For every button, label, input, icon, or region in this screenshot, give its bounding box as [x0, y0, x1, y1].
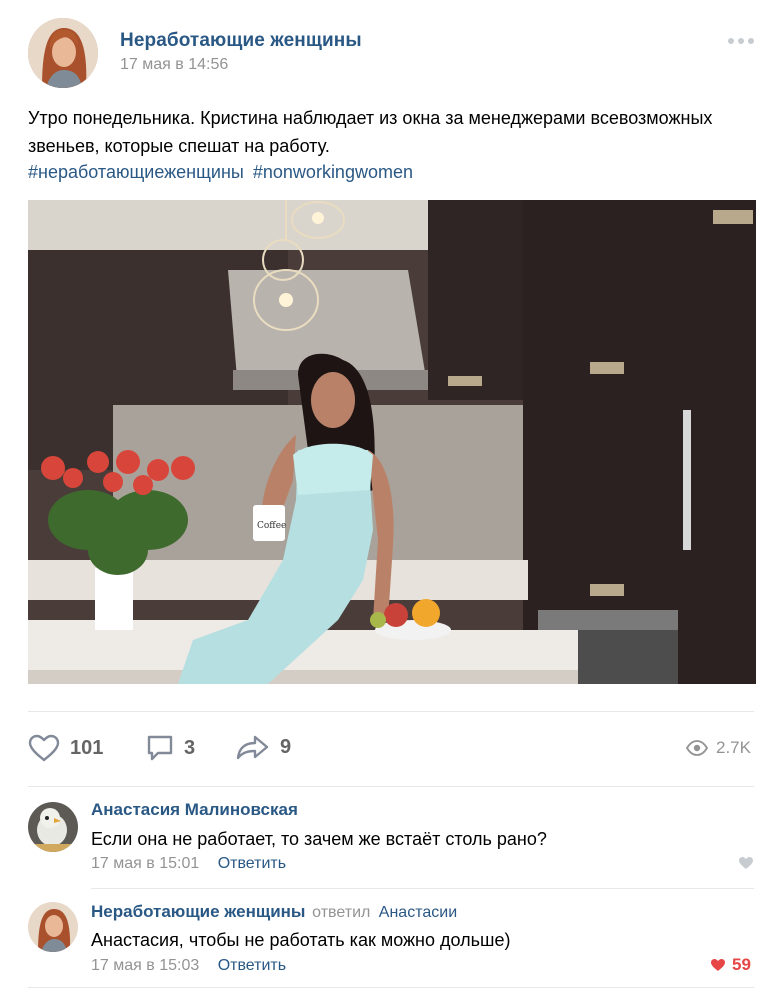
- more-options-icon[interactable]: [726, 34, 756, 48]
- comment-meta: 17 мая в 15:01 Ответить: [91, 855, 286, 873]
- comment-author-link[interactable]: Неработающие женщины ответил Анастасии: [91, 902, 457, 922]
- comment-date[interactable]: 17 мая в 15:01: [91, 855, 199, 872]
- wall-post: Неработающие женщины 17 мая в 14:56 Утро…: [0, 0, 782, 991]
- comment-date[interactable]: 17 мая в 15:03: [91, 957, 199, 974]
- group-name-link[interactable]: Неработающие женщины: [120, 30, 362, 52]
- heart-outline-icon: [28, 734, 60, 762]
- comment-author-link[interactable]: Анастасия Малиновская: [91, 800, 298, 820]
- views-count: 2.7K: [716, 738, 751, 757]
- divider: [28, 711, 754, 712]
- reply-link[interactable]: Ответить: [218, 855, 286, 872]
- comment-like-icon[interactable]: [738, 856, 754, 870]
- post-text: Утро понедельника. Кристина наблюдает из…: [28, 108, 713, 156]
- comment-meta: 17 мая в 15:03 Ответить: [91, 957, 286, 975]
- divider: [28, 987, 754, 988]
- group-avatar[interactable]: [28, 18, 98, 88]
- comment-author-name[interactable]: Неработающие женщины: [91, 902, 305, 921]
- post-date[interactable]: 17 мая в 14:56: [120, 56, 228, 74]
- mug-text: Coffee: [257, 521, 286, 531]
- comment-like-count: 59: [732, 955, 751, 974]
- reply-link[interactable]: Ответить: [218, 957, 286, 974]
- hashtag-link[interactable]: #nonworkingwomen: [253, 162, 413, 182]
- share-button[interactable]: 9: [236, 734, 291, 760]
- share-arrow-icon: [236, 735, 269, 760]
- comment-text: Если она не работает, то зачем же встаёт…: [91, 829, 547, 849]
- comment-like-icon[interactable]: [710, 958, 726, 972]
- comment-icon: [147, 735, 173, 761]
- comment-button[interactable]: 3: [146, 734, 195, 762]
- divider: [28, 786, 754, 787]
- replied-label: ответил: [312, 904, 371, 921]
- comment-count: 3: [184, 736, 196, 759]
- post-photo[interactable]: Coffee: [28, 200, 756, 684]
- comment-avatar[interactable]: [28, 902, 78, 952]
- hashtags: #неработающиеженщины #nonworkingwomen: [28, 160, 417, 184]
- comment-text: Анастасия, чтобы не работать как можно д…: [91, 930, 511, 950]
- comment-avatar[interactable]: [28, 802, 78, 852]
- replied-to-link[interactable]: Анастасии: [379, 904, 457, 921]
- hashtag-link[interactable]: #неработающиеженщины: [28, 162, 244, 182]
- like-count: 101: [70, 736, 104, 759]
- views-counter: 2.7K: [686, 738, 751, 758]
- replied-to: ответил Анастасии: [312, 904, 457, 921]
- like-button[interactable]: 101: [28, 734, 103, 762]
- eye-icon: [686, 740, 708, 756]
- share-count: 9: [280, 735, 292, 758]
- divider: [91, 888, 754, 889]
